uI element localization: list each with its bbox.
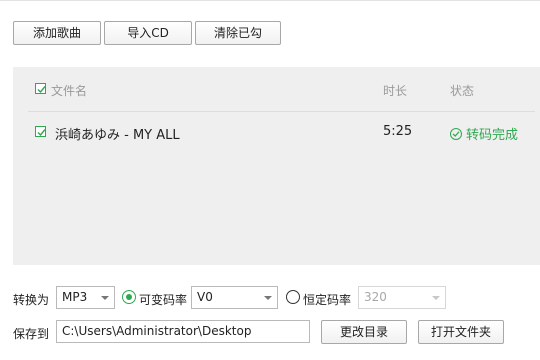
cbr-radio[interactable] <box>286 290 300 304</box>
add-song-button[interactable]: 添加歌曲 <box>13 21 101 45</box>
change-directory-button[interactable]: 更改目录 <box>321 320 407 344</box>
column-header-duration: 时长 <box>383 84 408 98</box>
row-duration: 5:25 <box>383 124 413 139</box>
row-checkbox[interactable] <box>35 126 46 137</box>
save-to-label: 保存到 <box>13 327 50 341</box>
row-status-text: 转码完成 <box>466 128 519 143</box>
cbr-label: 恒定码率 <box>303 293 352 307</box>
cbr-value: 320 <box>364 290 387 304</box>
chevron-down-icon <box>432 296 440 300</box>
import-cd-button[interactable]: 导入CD <box>104 21 192 45</box>
window-top-border <box>0 0 540 1</box>
open-folder-button[interactable]: 打开文件夹 <box>418 320 504 344</box>
save-path-field[interactable]: C:\Users\Administrator\Desktop <box>56 320 310 343</box>
header-divider <box>28 111 535 112</box>
convert-label: 转换为 <box>13 293 50 307</box>
cbr-select[interactable]: 320 <box>358 286 446 309</box>
check-circle-icon <box>450 128 462 140</box>
vbr-value: V0 <box>197 290 213 304</box>
radio-dot <box>126 294 132 300</box>
vbr-select[interactable]: V0 <box>191 286 278 309</box>
column-header-status: 状态 <box>450 84 475 98</box>
vbr-label: 可变码率 <box>139 293 188 307</box>
chevron-down-icon <box>101 296 109 300</box>
row-filename: 浜崎あゆみ - MY ALL <box>55 128 180 143</box>
chevron-down-icon <box>264 296 272 300</box>
clear-checked-button[interactable]: 清除已勾 <box>195 21 281 45</box>
checkmark-icon <box>37 86 46 94</box>
vbr-radio[interactable] <box>122 290 136 304</box>
select-all-checkbox[interactable] <box>35 83 46 94</box>
format-select[interactable]: MP3 <box>56 286 115 309</box>
format-value: MP3 <box>62 290 88 304</box>
row-status: 转码完成 <box>450 124 518 143</box>
column-header-filename: 文件名 <box>51 84 88 98</box>
checkmark-icon <box>37 129 46 137</box>
